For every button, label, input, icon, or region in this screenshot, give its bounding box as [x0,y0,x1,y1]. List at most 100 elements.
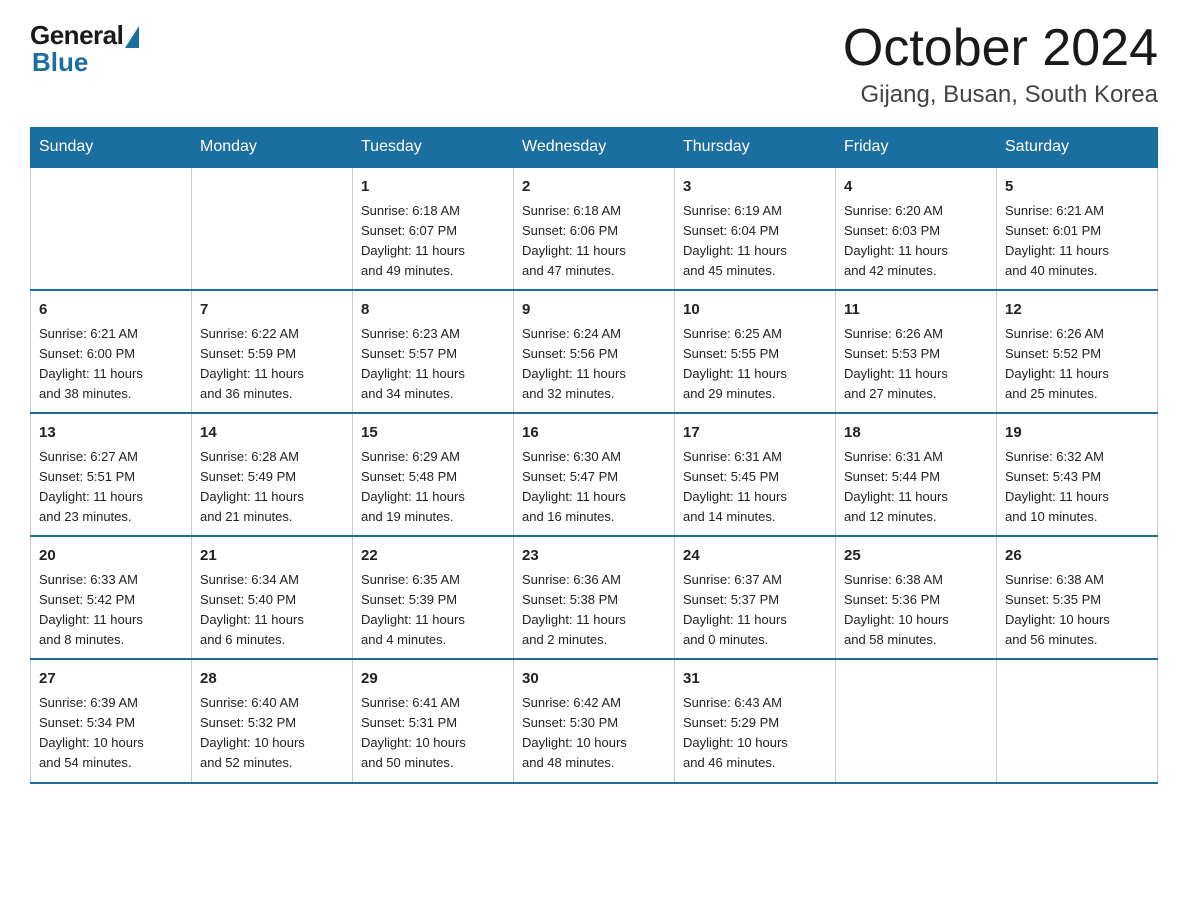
day-number: 29 [361,668,505,691]
day-number: 23 [522,545,666,568]
day-info: Sunrise: 6:42 AM Sunset: 5:30 PM Dayligh… [522,693,666,774]
day-number: 21 [200,545,344,568]
day-info: Sunrise: 6:26 AM Sunset: 5:52 PM Dayligh… [1005,324,1149,405]
calendar-cell: 22Sunrise: 6:35 AM Sunset: 5:39 PM Dayli… [353,536,514,659]
day-number: 9 [522,299,666,322]
day-number: 15 [361,422,505,445]
calendar-cell: 24Sunrise: 6:37 AM Sunset: 5:37 PM Dayli… [675,536,836,659]
day-info: Sunrise: 6:34 AM Sunset: 5:40 PM Dayligh… [200,570,344,651]
day-number: 24 [683,545,827,568]
calendar-cell [836,659,997,782]
calendar-cell: 15Sunrise: 6:29 AM Sunset: 5:48 PM Dayli… [353,413,514,536]
week-row-2: 6Sunrise: 6:21 AM Sunset: 6:00 PM Daylig… [31,290,1158,413]
day-info: Sunrise: 6:25 AM Sunset: 5:55 PM Dayligh… [683,324,827,405]
calendar-cell: 9Sunrise: 6:24 AM Sunset: 5:56 PM Daylig… [514,290,675,413]
day-number: 30 [522,668,666,691]
calendar-cell: 14Sunrise: 6:28 AM Sunset: 5:49 PM Dayli… [192,413,353,536]
day-info: Sunrise: 6:33 AM Sunset: 5:42 PM Dayligh… [39,570,183,651]
day-number: 1 [361,176,505,199]
day-number: 4 [844,176,988,199]
day-number: 16 [522,422,666,445]
logo-triangle-icon [125,26,139,48]
day-number: 10 [683,299,827,322]
day-info: Sunrise: 6:29 AM Sunset: 5:48 PM Dayligh… [361,447,505,528]
day-info: Sunrise: 6:31 AM Sunset: 5:44 PM Dayligh… [844,447,988,528]
day-number: 31 [683,668,827,691]
day-number: 26 [1005,545,1149,568]
calendar-cell: 12Sunrise: 6:26 AM Sunset: 5:52 PM Dayli… [997,290,1158,413]
calendar-cell: 2Sunrise: 6:18 AM Sunset: 6:06 PM Daylig… [514,167,675,290]
weekday-header-sunday: Sunday [31,128,192,168]
calendar-cell: 18Sunrise: 6:31 AM Sunset: 5:44 PM Dayli… [836,413,997,536]
day-info: Sunrise: 6:26 AM Sunset: 5:53 PM Dayligh… [844,324,988,405]
title-area: October 2024 Gijang, Busan, South Korea [843,20,1158,109]
day-number: 6 [39,299,183,322]
day-info: Sunrise: 6:31 AM Sunset: 5:45 PM Dayligh… [683,447,827,528]
day-number: 7 [200,299,344,322]
calendar-cell: 29Sunrise: 6:41 AM Sunset: 5:31 PM Dayli… [353,659,514,782]
day-number: 5 [1005,176,1149,199]
logo-blue-text: Blue [32,47,88,78]
calendar-cell: 3Sunrise: 6:19 AM Sunset: 6:04 PM Daylig… [675,167,836,290]
day-info: Sunrise: 6:38 AM Sunset: 5:35 PM Dayligh… [1005,570,1149,651]
calendar-cell: 5Sunrise: 6:21 AM Sunset: 6:01 PM Daylig… [997,167,1158,290]
day-info: Sunrise: 6:43 AM Sunset: 5:29 PM Dayligh… [683,693,827,774]
day-number: 8 [361,299,505,322]
day-info: Sunrise: 6:28 AM Sunset: 5:49 PM Dayligh… [200,447,344,528]
day-info: Sunrise: 6:30 AM Sunset: 5:47 PM Dayligh… [522,447,666,528]
calendar-cell: 20Sunrise: 6:33 AM Sunset: 5:42 PM Dayli… [31,536,192,659]
calendar-cell: 11Sunrise: 6:26 AM Sunset: 5:53 PM Dayli… [836,290,997,413]
weekday-header-friday: Friday [836,128,997,168]
weekday-header-tuesday: Tuesday [353,128,514,168]
day-info: Sunrise: 6:36 AM Sunset: 5:38 PM Dayligh… [522,570,666,651]
day-info: Sunrise: 6:41 AM Sunset: 5:31 PM Dayligh… [361,693,505,774]
calendar-cell [192,167,353,290]
week-row-5: 27Sunrise: 6:39 AM Sunset: 5:34 PM Dayli… [31,659,1158,782]
day-number: 19 [1005,422,1149,445]
location-title: Gijang, Busan, South Korea [843,81,1158,109]
day-number: 17 [683,422,827,445]
day-info: Sunrise: 6:23 AM Sunset: 5:57 PM Dayligh… [361,324,505,405]
calendar-cell: 17Sunrise: 6:31 AM Sunset: 5:45 PM Dayli… [675,413,836,536]
day-number: 3 [683,176,827,199]
day-number: 11 [844,299,988,322]
week-row-1: 1Sunrise: 6:18 AM Sunset: 6:07 PM Daylig… [31,167,1158,290]
day-number: 25 [844,545,988,568]
calendar-cell: 25Sunrise: 6:38 AM Sunset: 5:36 PM Dayli… [836,536,997,659]
day-number: 13 [39,422,183,445]
calendar-cell: 21Sunrise: 6:34 AM Sunset: 5:40 PM Dayli… [192,536,353,659]
calendar-cell: 28Sunrise: 6:40 AM Sunset: 5:32 PM Dayli… [192,659,353,782]
calendar-cell: 6Sunrise: 6:21 AM Sunset: 6:00 PM Daylig… [31,290,192,413]
calendar-cell: 10Sunrise: 6:25 AM Sunset: 5:55 PM Dayli… [675,290,836,413]
calendar-cell: 1Sunrise: 6:18 AM Sunset: 6:07 PM Daylig… [353,167,514,290]
weekday-header-wednesday: Wednesday [514,128,675,168]
day-number: 20 [39,545,183,568]
day-info: Sunrise: 6:21 AM Sunset: 6:00 PM Dayligh… [39,324,183,405]
day-number: 27 [39,668,183,691]
calendar-cell: 23Sunrise: 6:36 AM Sunset: 5:38 PM Dayli… [514,536,675,659]
day-number: 22 [361,545,505,568]
calendar-cell: 27Sunrise: 6:39 AM Sunset: 5:34 PM Dayli… [31,659,192,782]
weekday-header-monday: Monday [192,128,353,168]
week-row-3: 13Sunrise: 6:27 AM Sunset: 5:51 PM Dayli… [31,413,1158,536]
day-number: 14 [200,422,344,445]
calendar-cell: 19Sunrise: 6:32 AM Sunset: 5:43 PM Dayli… [997,413,1158,536]
day-info: Sunrise: 6:21 AM Sunset: 6:01 PM Dayligh… [1005,201,1149,282]
calendar-cell [997,659,1158,782]
day-number: 2 [522,176,666,199]
calendar-table: SundayMondayTuesdayWednesdayThursdayFrid… [30,127,1158,783]
day-info: Sunrise: 6:35 AM Sunset: 5:39 PM Dayligh… [361,570,505,651]
day-number: 28 [200,668,344,691]
week-row-4: 20Sunrise: 6:33 AM Sunset: 5:42 PM Dayli… [31,536,1158,659]
calendar-cell: 4Sunrise: 6:20 AM Sunset: 6:03 PM Daylig… [836,167,997,290]
day-info: Sunrise: 6:24 AM Sunset: 5:56 PM Dayligh… [522,324,666,405]
day-info: Sunrise: 6:27 AM Sunset: 5:51 PM Dayligh… [39,447,183,528]
day-info: Sunrise: 6:22 AM Sunset: 5:59 PM Dayligh… [200,324,344,405]
day-info: Sunrise: 6:32 AM Sunset: 5:43 PM Dayligh… [1005,447,1149,528]
calendar-cell: 31Sunrise: 6:43 AM Sunset: 5:29 PM Dayli… [675,659,836,782]
day-info: Sunrise: 6:19 AM Sunset: 6:04 PM Dayligh… [683,201,827,282]
weekday-header-thursday: Thursday [675,128,836,168]
calendar-cell: 30Sunrise: 6:42 AM Sunset: 5:30 PM Dayli… [514,659,675,782]
day-info: Sunrise: 6:18 AM Sunset: 6:07 PM Dayligh… [361,201,505,282]
day-info: Sunrise: 6:38 AM Sunset: 5:36 PM Dayligh… [844,570,988,651]
